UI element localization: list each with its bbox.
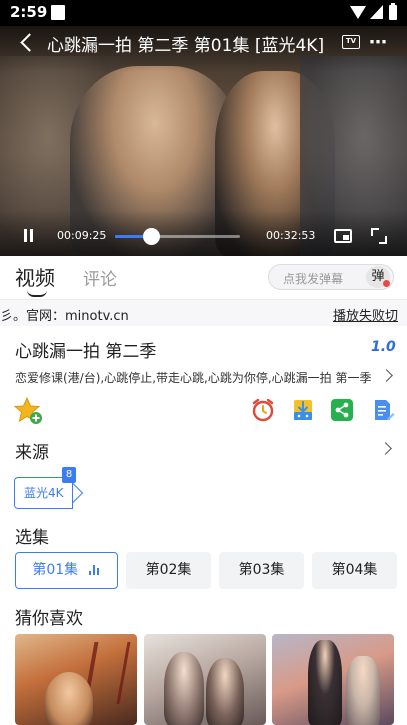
poster-figure	[346, 656, 380, 725]
tab-video[interactable]: 视频	[15, 262, 55, 291]
play-failed-switch-link[interactable]: 播放失败切	[333, 305, 398, 324]
wifi-icon	[350, 6, 366, 19]
show-title: 心跳漏一拍 第二季	[15, 342, 157, 362]
duration: 00:32:53	[266, 229, 316, 242]
poster-figure	[45, 672, 93, 725]
back-arrow-icon[interactable]	[19, 31, 39, 53]
current-time: 00:09:25	[57, 229, 107, 242]
poster-figure	[164, 652, 204, 725]
share-icon[interactable]	[331, 399, 353, 421]
tab-active-indicator	[27, 290, 47, 297]
more-options-icon[interactable]: ⋯	[369, 32, 387, 53]
status-bar: 2:59	[0, 0, 407, 26]
note-edit-icon[interactable]	[371, 398, 395, 422]
source-count-badge: 8	[62, 467, 76, 483]
recommend-poster-2[interactable]	[144, 634, 266, 725]
recommend-poster-3[interactable]	[272, 634, 394, 725]
tags-line[interactable]: 恋爱修课(港/台),心跳停止,带走心跳,心跳为你停,心跳漏一拍 第一季	[15, 369, 377, 386]
episode-label: 第02集	[145, 562, 192, 578]
danmu-placeholder: 点我发弹幕	[283, 272, 344, 286]
alarm-clock-icon[interactable]	[251, 398, 275, 422]
danmu-input[interactable]: 点我发弹幕 弹	[268, 264, 394, 290]
score: 1.0	[371, 339, 396, 355]
poster-figure	[206, 658, 244, 725]
fullscreen-icon[interactable]	[371, 228, 387, 244]
recommend-heading: 猜你喜欢	[15, 609, 83, 629]
episode-item-01[interactable]: 第01集	[15, 552, 118, 589]
playing-bars-icon	[88, 565, 101, 575]
chevron-right-icon[interactable]	[380, 369, 393, 382]
site-marquee-text: 彡。官网：minotv.cn	[0, 309, 129, 324]
recommend-poster-1[interactable]	[15, 634, 137, 725]
download-icon[interactable]	[291, 398, 315, 422]
episode-item-02[interactable]: 第02集	[126, 552, 211, 589]
progress-bar[interactable]	[115, 228, 240, 245]
video-player[interactable]: 心跳漏一拍 第二季 第01集 [蓝光4K] TV ⋯ 00:09:25 00:3…	[0, 26, 407, 256]
signal-icon	[370, 5, 383, 19]
site-announcement: 彡。官网：minotv.cn 播放失败切	[0, 300, 407, 326]
episode-label: 第04集	[331, 562, 378, 578]
status-time: 2:59	[10, 3, 48, 21]
episodes-heading: 选集	[15, 528, 49, 548]
poster-figure	[308, 640, 342, 725]
tv-cast-icon[interactable]: TV	[342, 35, 360, 49]
source-heading: 来源	[15, 443, 49, 463]
tab-comment[interactable]: 评论	[83, 265, 117, 290]
episode-item-04[interactable]: 第04集	[312, 552, 397, 589]
danmu-toggle-button[interactable]: 弹	[366, 266, 390, 288]
episode-label: 第03集	[238, 562, 285, 578]
battery-icon	[389, 3, 397, 20]
picture-in-picture-icon[interactable]	[334, 229, 352, 243]
pause-icon[interactable]	[22, 229, 36, 243]
episode-item-03[interactable]: 第03集	[219, 552, 304, 589]
video-title: 心跳漏一拍 第二季 第01集 [蓝光4K]	[47, 36, 325, 56]
episode-label: 第01集	[32, 562, 79, 578]
favorite-add-icon[interactable]	[14, 397, 44, 425]
chevron-right-icon[interactable]	[379, 442, 392, 455]
notification-icon	[51, 5, 65, 20]
